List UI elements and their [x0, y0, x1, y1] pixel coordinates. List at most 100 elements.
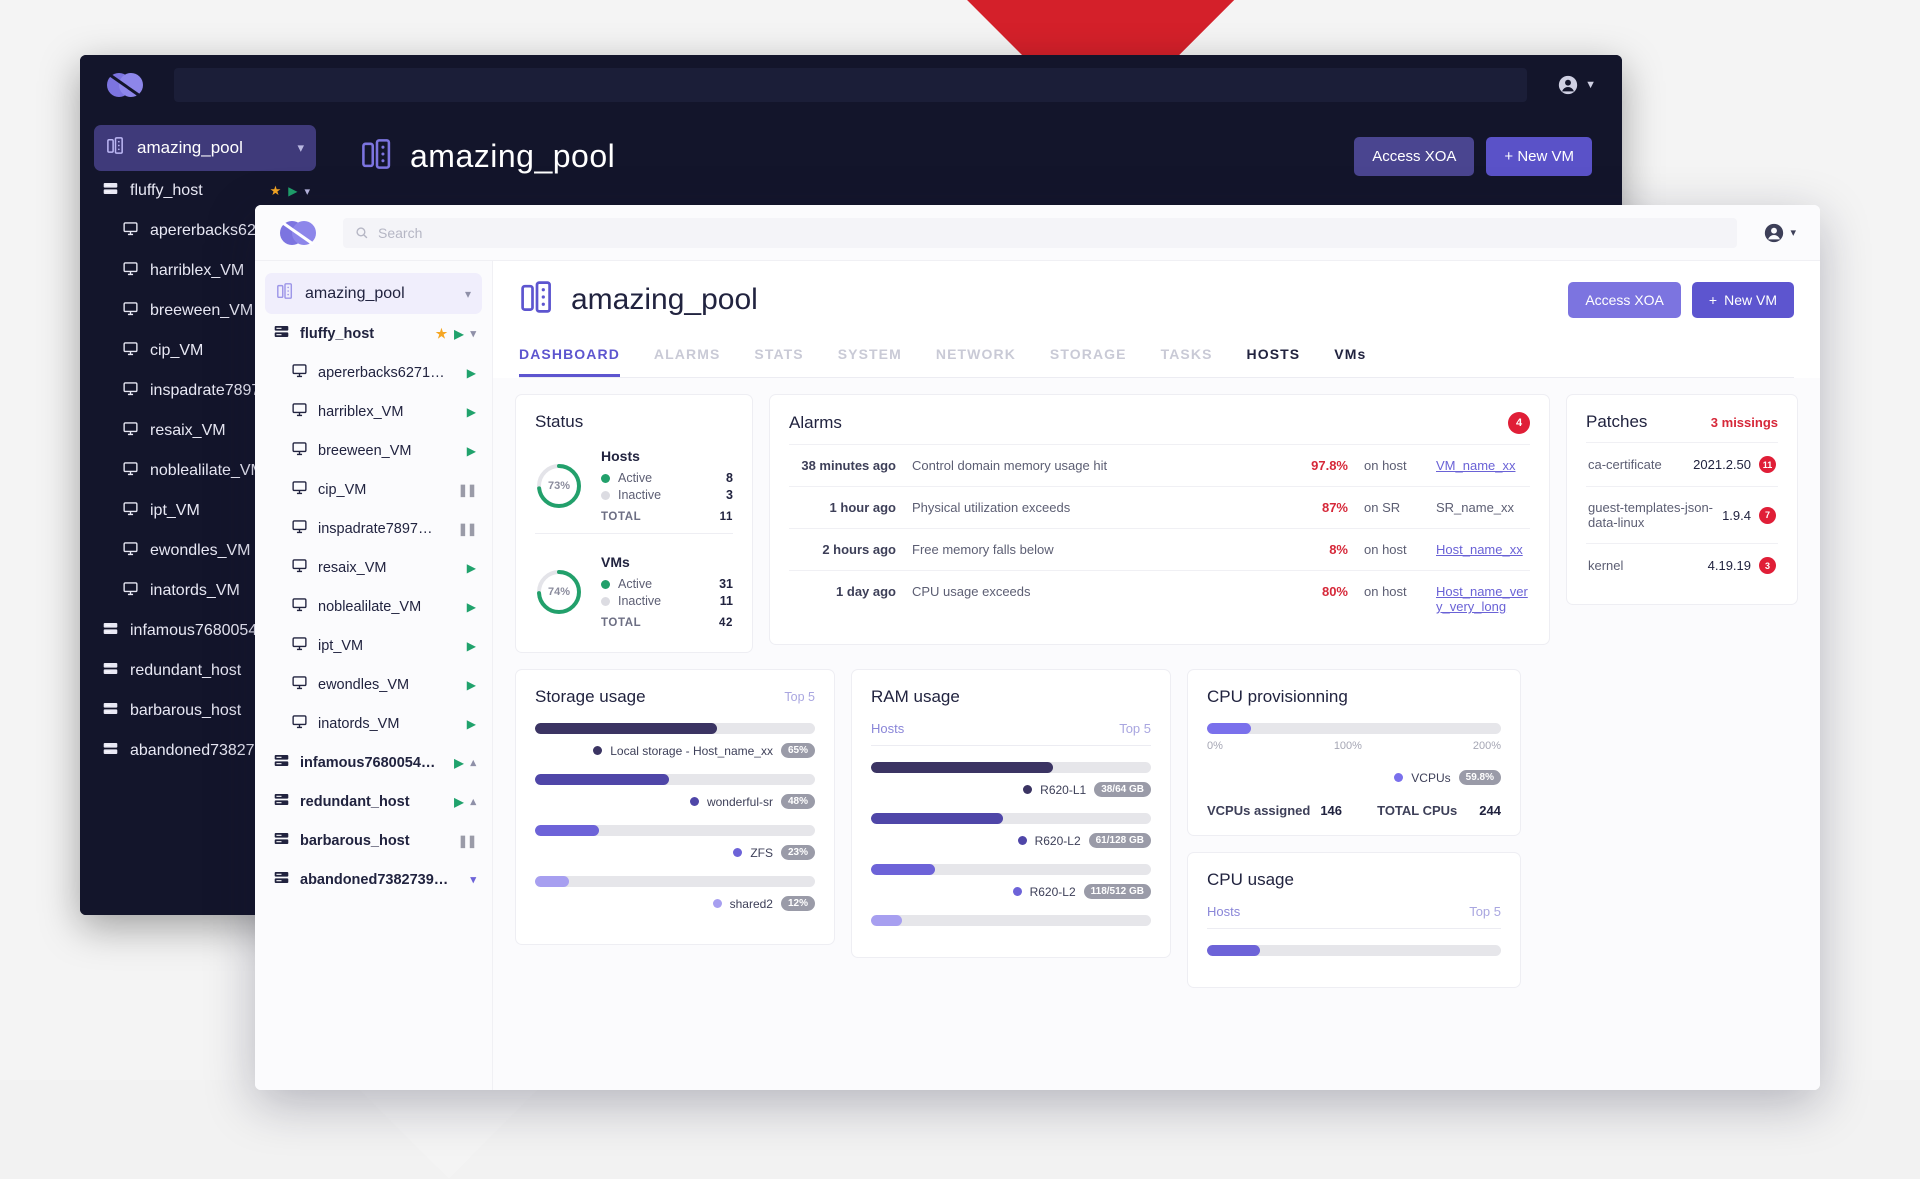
- background-search-input[interactable]: [174, 68, 1527, 102]
- tree-node-icon: [122, 380, 139, 402]
- tree-item-host[interactable]: abandoned73827394_h… ▾: [265, 860, 482, 899]
- tab-hosts[interactable]: HOSTS: [1247, 346, 1301, 377]
- tree-item-host[interactable]: fluffy_host ★▶▾: [265, 314, 482, 353]
- tab-network[interactable]: NETWORK: [936, 346, 1016, 377]
- tree-node-icon: [291, 713, 308, 734]
- search-input[interactable]: Search: [378, 225, 422, 241]
- background-access-xoa-button[interactable]: Access XOA: [1354, 137, 1474, 176]
- resource-tree[interactable]: fluffy_host ★▶▾ apererbacks627190… ▶ har…: [265, 314, 482, 899]
- chevron-down-icon[interactable]: ▾: [470, 873, 476, 886]
- tree-item-status-icons[interactable]: ▶▴: [446, 756, 476, 770]
- tree-item-vm[interactable]: ipt_VM ▶: [265, 626, 482, 665]
- favorite-star-icon[interactable]: ★: [270, 183, 282, 199]
- background-pool-selector[interactable]: amazing_pool ▾: [94, 125, 316, 171]
- main-content: amazing_pool Access XOA + New VM DASHBOA…: [493, 261, 1820, 1090]
- tree-item-vm[interactable]: ewondles_VM ▶: [265, 665, 482, 704]
- usage-bar-fill: [871, 864, 935, 875]
- patches-list[interactable]: ca-certificate 2021.2.50 11 guest-templa…: [1586, 442, 1778, 587]
- search-bar[interactable]: Search: [343, 218, 1737, 248]
- cpu-usage-subhead: Hosts Top 5: [1207, 904, 1501, 929]
- usage-bar-item: ZFS 23%: [535, 825, 815, 860]
- tree-item-status-icons[interactable]: ▶: [459, 678, 476, 692]
- alarms-list[interactable]: 38 minutes ago Control domain memory usa…: [789, 444, 1530, 627]
- sidebar[interactable]: amazing_pool ▾ fluffy_host ★▶▾ apererbac…: [255, 261, 493, 1090]
- alarm-row[interactable]: 38 minutes ago Control domain memory usa…: [789, 444, 1530, 486]
- usage-bar-track: [535, 723, 815, 734]
- tab-dashboard[interactable]: DASHBOARD: [519, 346, 620, 377]
- patch-row[interactable]: kernel 4.19.19 3: [1586, 543, 1778, 587]
- tree-node-icon: [122, 420, 139, 442]
- usage-bar-fill: [871, 762, 1053, 773]
- tree-item-status-icons[interactable]: ▶: [459, 405, 476, 419]
- alarm-object-link[interactable]: VM_name_xx: [1436, 458, 1528, 473]
- tree-item-status-icons[interactable]: ▶: [459, 639, 476, 653]
- tab-alarms[interactable]: ALARMS: [654, 346, 720, 377]
- tree-item-host[interactable]: infamous76800543_h… ▶▴: [265, 743, 482, 782]
- paused-icon: ❚❚: [458, 483, 476, 497]
- tab-bar[interactable]: DASHBOARD ALARMS STATS SYSTEM NETWORK STORAGE…: [519, 346, 1794, 378]
- background-tree-label: ipt_VM: [150, 502, 200, 520]
- new-vm-button[interactable]: + New VM: [1692, 282, 1794, 318]
- tree-item-status-icons[interactable]: ▶: [459, 717, 476, 731]
- tab-vms[interactable]: VMs: [1334, 346, 1366, 377]
- tree-item-vm[interactable]: cip_VM ❚❚: [265, 470, 482, 509]
- patch-row[interactable]: ca-certificate 2021.2.50 11: [1586, 442, 1778, 486]
- tree-item-vm[interactable]: noblealilate_VM ▶: [265, 587, 482, 626]
- access-xoa-button[interactable]: Access XOA: [1568, 282, 1681, 318]
- tree-item-label: ewondles_VM: [318, 677, 409, 693]
- tree-item-vm[interactable]: inspadrate78976543… ❚❚: [265, 509, 482, 548]
- favorite-star-icon[interactable]: ★: [436, 326, 448, 342]
- patch-row[interactable]: guest-templates-json-data-linux 1.9.4 7: [1586, 486, 1778, 543]
- alarm-row[interactable]: 1 day ago CPU usage exceeds 80% on host …: [789, 570, 1530, 627]
- tree-item-status-icons[interactable]: ❚❚: [450, 834, 476, 848]
- tree-item-status-icons[interactable]: ❚❚: [450, 483, 476, 497]
- background-account-menu[interactable]: ▼: [1557, 74, 1596, 96]
- chevron-down-icon[interactable]: ▾: [465, 287, 471, 301]
- alarm-object-link[interactable]: Host_name_very_very_long: [1436, 584, 1528, 614]
- alarm-object-link: SR_name_xx: [1436, 500, 1528, 515]
- tree-item-label: apererbacks627190…: [318, 365, 449, 381]
- tree-item-vm[interactable]: inatords_VM ▶: [265, 704, 482, 743]
- header-actions: Access XOA + New VM: [1568, 282, 1794, 318]
- legend-dot-icon: [593, 746, 602, 755]
- chevron-up-icon[interactable]: ▴: [470, 756, 476, 769]
- tree-item-label: noblealilate_VM: [318, 599, 421, 615]
- tree-item-status-icons[interactable]: ▶: [459, 561, 476, 575]
- chevron-down-icon[interactable]: ▾: [470, 327, 476, 340]
- tree-item-host[interactable]: redundant_host ▶▴: [265, 782, 482, 821]
- tree-item-vm[interactable]: resaix_VM ▶: [265, 548, 482, 587]
- tab-storage[interactable]: STORAGE: [1050, 346, 1127, 377]
- background-new-vm-button[interactable]: + New VM: [1486, 137, 1592, 176]
- chevron-down-icon[interactable]: ▾: [1790, 226, 1796, 239]
- main-window[interactable]: Search ▾: [255, 205, 1820, 1090]
- background-tree-label: cip_VM: [150, 342, 203, 360]
- tree-item-status-icons[interactable]: ❚❚: [450, 522, 476, 536]
- chevron-down-icon[interactable]: ▾: [297, 140, 304, 156]
- usage-bar-label: R620-L1: [1040, 783, 1086, 797]
- host-icon: [273, 830, 290, 847]
- alarm-row[interactable]: 2 hours ago Free memory falls below 8% o…: [789, 528, 1530, 570]
- tree-item-status-icons[interactable]: ▶: [459, 366, 476, 380]
- vm-icon: [291, 362, 308, 379]
- tab-system[interactable]: SYSTEM: [838, 346, 902, 377]
- tree-item-host[interactable]: barbarous_host ❚❚: [265, 821, 482, 860]
- tree-item-status-icons[interactable]: ▶: [459, 444, 476, 458]
- tab-tasks[interactable]: TASKS: [1161, 346, 1213, 377]
- chevron-down-icon[interactable]: ▾: [304, 185, 310, 198]
- alarm-row[interactable]: 1 hour ago Physical utilization exceeds …: [789, 486, 1530, 528]
- tree-item-status-icons[interactable]: ▾: [462, 873, 476, 886]
- tree-item-status-icons[interactable]: ★▶▾: [428, 326, 476, 342]
- page-header: amazing_pool Access XOA + New VM DASHBOA…: [493, 261, 1820, 378]
- tree-item-vm[interactable]: apererbacks627190… ▶: [265, 353, 482, 392]
- pool-selector[interactable]: amazing_pool ▾: [265, 273, 482, 314]
- tab-stats[interactable]: STATS: [754, 346, 803, 377]
- chevron-up-icon[interactable]: ▴: [470, 795, 476, 808]
- tree-item-status-icons[interactable]: ▶▴: [446, 795, 476, 809]
- background-window-topbar: ▼: [80, 55, 1622, 115]
- cpu-usage-card: CPU usage Hosts Top 5: [1187, 852, 1521, 988]
- alarm-object-link[interactable]: Host_name_xx: [1436, 542, 1528, 557]
- tree-item-vm[interactable]: breeween_VM ▶: [265, 431, 482, 470]
- tree-item-status-icons[interactable]: ▶: [459, 600, 476, 614]
- account-menu[interactable]: ▾: [1763, 222, 1796, 244]
- tree-item-vm[interactable]: harriblex_VM ▶: [265, 392, 482, 431]
